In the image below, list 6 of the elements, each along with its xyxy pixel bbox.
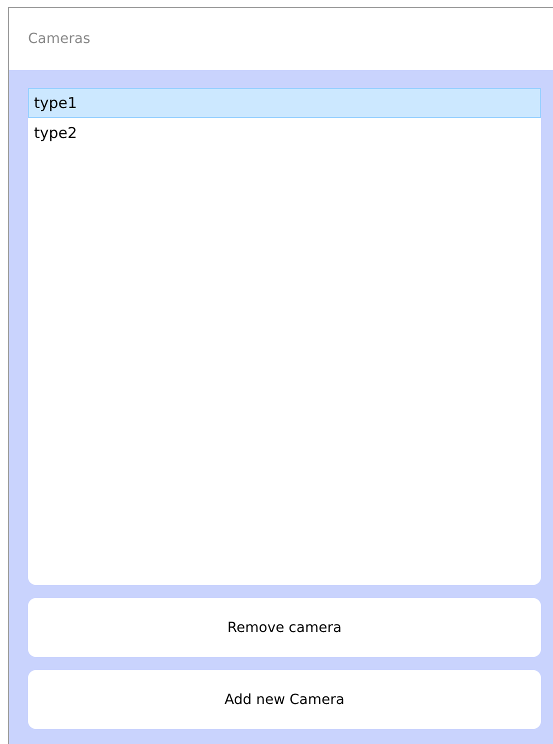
panel-title: Cameras <box>28 31 90 47</box>
list-item[interactable]: type1 <box>28 88 541 118</box>
camera-list[interactable]: type1 type2 <box>28 88 541 585</box>
add-button[interactable]: Add new Camera <box>28 670 541 729</box>
remove-button[interactable]: Remove camera <box>28 598 541 657</box>
list-item[interactable]: type2 <box>28 118 541 148</box>
